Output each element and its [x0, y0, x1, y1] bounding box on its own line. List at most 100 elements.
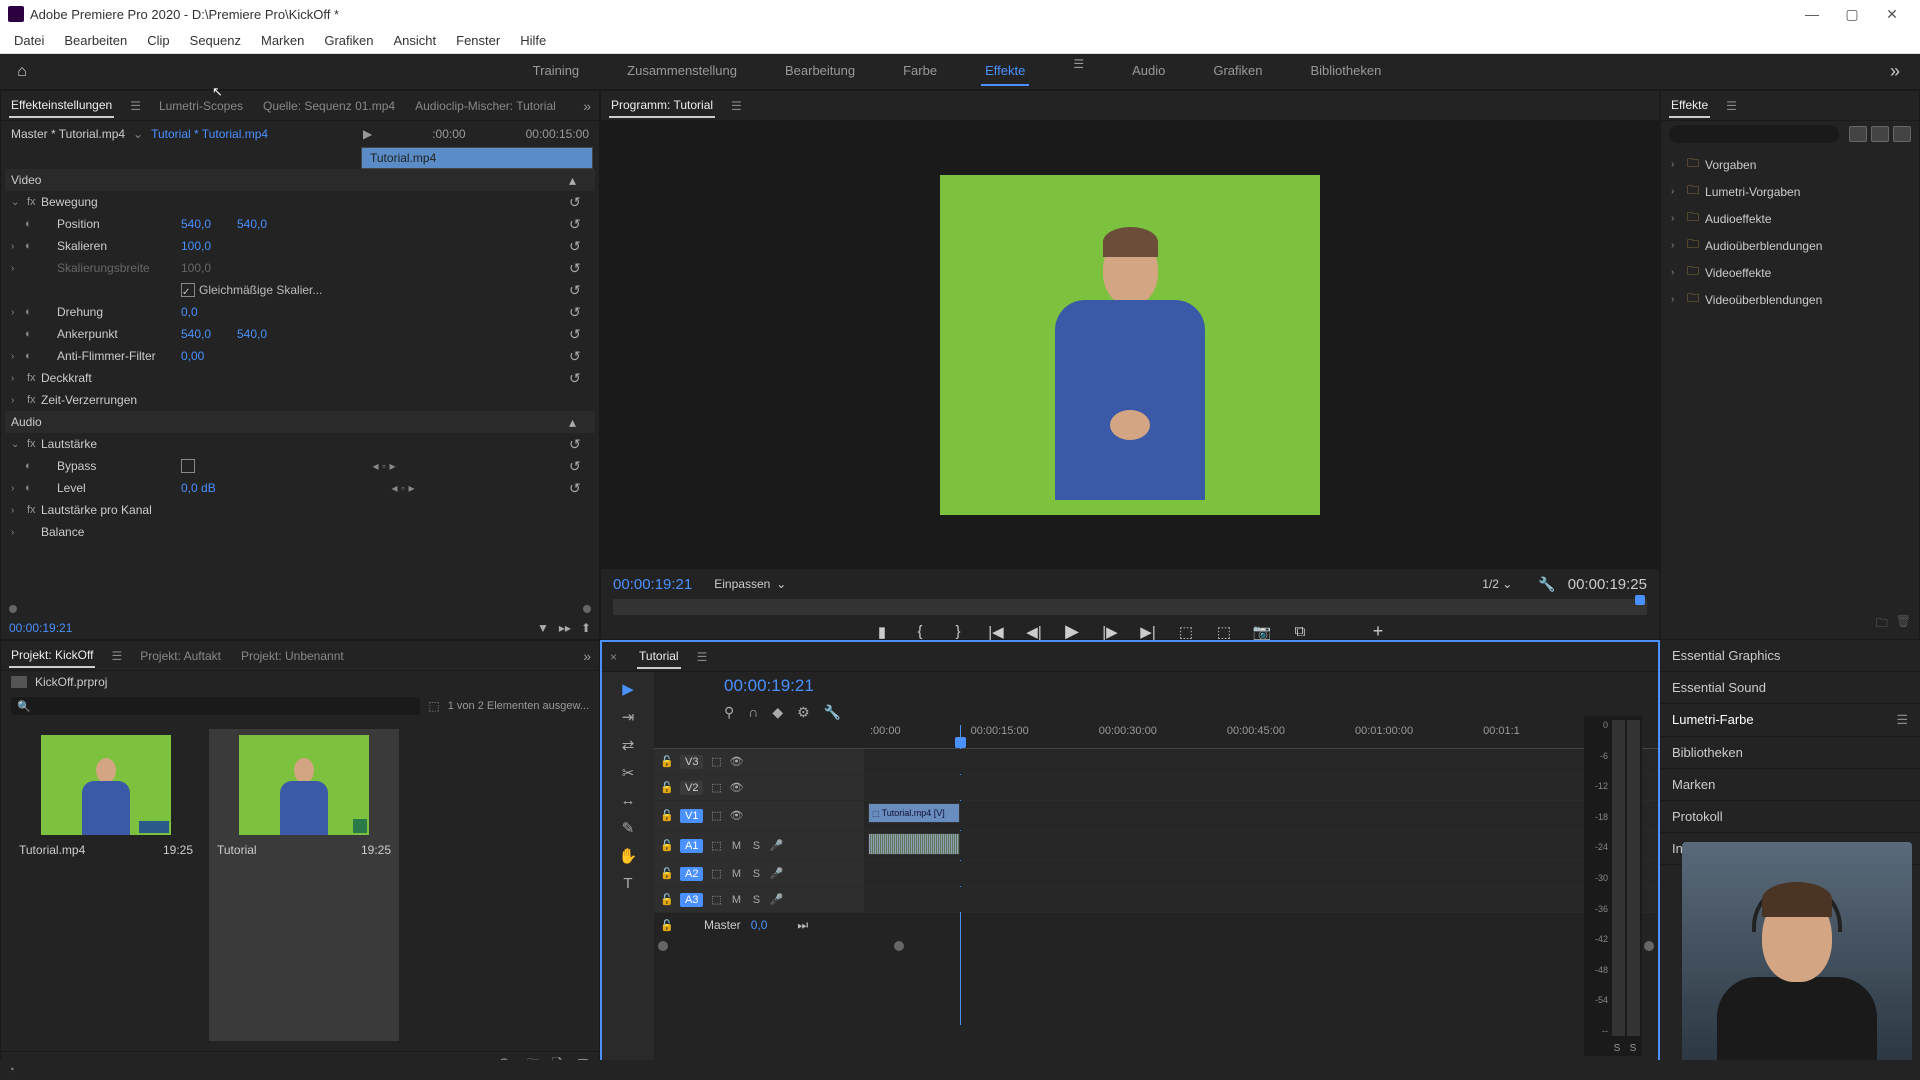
- workspace-zusammenstellung[interactable]: Zusammenstellung: [623, 57, 741, 86]
- project-bins[interactable]: Tutorial.mp419:25 Tutorial19:25: [1, 719, 599, 1051]
- snap-icon[interactable]: ⚲: [724, 704, 734, 721]
- tab-menu-icon[interactable]: ☰: [130, 99, 141, 113]
- solo-button[interactable]: S: [749, 894, 763, 906]
- ripple-edit-tool-icon[interactable]: ⇄: [608, 734, 648, 756]
- ankerpunkt-x-value[interactable]: 540,0: [181, 327, 237, 341]
- expand-icon[interactable]: ›: [11, 373, 25, 384]
- zoom-dropdown[interactable]: 1/2 ⌄: [1468, 575, 1526, 593]
- tabs-overflow-button[interactable]: »: [583, 98, 591, 114]
- ec-clip-bar[interactable]: Tutorial.mp4: [361, 147, 593, 169]
- fx-badge-icon[interactable]: fx: [25, 504, 41, 516]
- voice-over-icon[interactable]: 🎤: [769, 893, 783, 906]
- solo-left-button[interactable]: S: [1610, 1043, 1624, 1054]
- video-clip[interactable]: ⬚Tutorial.mp4 [V]: [868, 803, 960, 823]
- menu-marken[interactable]: Marken: [251, 29, 314, 52]
- toggle-output-icon[interactable]: 👁: [729, 755, 743, 768]
- panel-marken[interactable]: Marken: [1660, 769, 1920, 801]
- fx-badge-icon[interactable]: fx: [25, 196, 41, 208]
- stopwatch-icon[interactable]: ◐: [25, 240, 41, 252]
- solo-right-button[interactable]: S: [1626, 1043, 1640, 1054]
- project-item-tutorial-mp4[interactable]: Tutorial.mp419:25: [11, 729, 201, 1041]
- reset-icon[interactable]: ↺: [569, 216, 589, 233]
- tab-menu-icon[interactable]: ☰: [111, 649, 122, 663]
- project-item-tutorial-sequence[interactable]: Tutorial19:25: [209, 729, 399, 1041]
- linked-selection-icon[interactable]: ∩: [748, 704, 758, 721]
- step-back-button[interactable]: ◀|: [1024, 623, 1044, 641]
- add-marker-icon[interactable]: ◆: [772, 704, 783, 721]
- pen-tool-icon[interactable]: ✎: [608, 817, 648, 839]
- workspace-bibliotheken[interactable]: Bibliotheken: [1306, 57, 1385, 86]
- reset-icon[interactable]: ↺: [569, 480, 589, 497]
- add-button[interactable]: +: [1368, 621, 1388, 642]
- solo-button[interactable]: S: [749, 840, 763, 852]
- folder-videoeffekte[interactable]: ›🗀Videoeffekte: [1661, 259, 1919, 286]
- expand-icon[interactable]: ›: [11, 241, 25, 252]
- step-forward-button[interactable]: |▶: [1100, 623, 1120, 641]
- tab-projekt-unbenannt[interactable]: Projekt: Unbenannt: [239, 645, 346, 667]
- stopwatch-icon[interactable]: ◐: [25, 482, 41, 494]
- voice-over-icon[interactable]: 🎤: [769, 867, 783, 880]
- reset-icon[interactable]: ↺: [569, 194, 589, 211]
- program-scrubber[interactable]: [613, 599, 1647, 615]
- skip-icon[interactable]: ⏭: [797, 918, 808, 933]
- reset-icon[interactable]: ↺: [569, 370, 589, 387]
- uniform-scale-checkbox[interactable]: [181, 283, 195, 297]
- hand-tool-icon[interactable]: ✋: [608, 845, 648, 867]
- tab-lumetri-scopes[interactable]: Lumetri-Scopes: [157, 95, 245, 117]
- stopwatch-icon[interactable]: ◐: [25, 350, 41, 362]
- stopwatch-icon[interactable]: ◐: [25, 306, 41, 318]
- expand-icon[interactable]: ›: [11, 505, 25, 516]
- ec-scrollbar[interactable]: [1, 601, 599, 617]
- fit-dropdown[interactable]: Einpassen ⌄: [704, 575, 796, 593]
- selection-tool-icon[interactable]: ▶: [608, 678, 648, 700]
- timeline-settings-icon[interactable]: ⚙: [797, 704, 810, 721]
- menu-fenster[interactable]: Fenster: [446, 29, 510, 52]
- workspace-bearbeitung[interactable]: Bearbeitung: [781, 57, 859, 86]
- tab-effekteinstellungen[interactable]: Effekteinstellungen: [9, 94, 114, 118]
- workspace-grafiken[interactable]: Grafiken: [1209, 57, 1266, 86]
- workspace-menu-icon[interactable]: ☰: [1069, 57, 1088, 86]
- position-y-value[interactable]: 540,0: [237, 217, 293, 231]
- home-button[interactable]: ⌂: [8, 58, 36, 86]
- expand-icon[interactable]: ›: [11, 351, 25, 362]
- folder-audioeffekte[interactable]: ›🗀Audioeffekte: [1661, 205, 1919, 232]
- workspace-audio[interactable]: Audio: [1128, 57, 1169, 86]
- reset-icon[interactable]: ↺: [569, 238, 589, 255]
- ec-clip-label[interactable]: Tutorial * Tutorial.mp4: [151, 127, 268, 141]
- mark-in-button[interactable]: {: [910, 623, 930, 640]
- lock-icon[interactable]: 🔓: [660, 839, 674, 852]
- export-icon[interactable]: ⬆: [581, 621, 591, 635]
- menu-clip[interactable]: Clip: [137, 29, 179, 52]
- playhead-head-icon[interactable]: [955, 737, 966, 748]
- go-to-in-button[interactable]: |◀: [986, 623, 1006, 641]
- lock-icon[interactable]: 🔓: [660, 919, 674, 932]
- reset-icon[interactable]: ↺: [569, 436, 589, 453]
- workspace-effekte[interactable]: Effekte: [981, 57, 1029, 86]
- folder-lumetri[interactable]: ›🗀Lumetri-Vorgaben: [1661, 178, 1919, 205]
- type-tool-icon[interactable]: T: [608, 873, 648, 894]
- expand-icon[interactable]: ⌄: [11, 439, 25, 450]
- audio-clip[interactable]: [868, 833, 960, 855]
- mute-button[interactable]: M: [729, 868, 743, 880]
- slip-tool-icon[interactable]: ↔: [608, 790, 648, 811]
- maximize-button[interactable]: ▢: [1832, 0, 1872, 28]
- extract-button[interactable]: ⬚: [1214, 623, 1234, 641]
- reset-icon[interactable]: ↺: [569, 304, 589, 321]
- bypass-checkbox[interactable]: [181, 459, 195, 473]
- program-timecode[interactable]: 00:00:19:21: [613, 576, 692, 593]
- lock-icon[interactable]: 🔓: [660, 867, 674, 880]
- menu-bearbeiten[interactable]: Bearbeiten: [54, 29, 137, 52]
- expand-icon[interactable]: ›: [11, 483, 25, 494]
- voice-over-icon[interactable]: 🎤: [769, 839, 783, 852]
- stopwatch-icon[interactable]: ◐: [25, 460, 41, 472]
- close-sequence-icon[interactable]: ×: [610, 650, 621, 664]
- toggle-output-icon[interactable]: 👁: [729, 781, 743, 794]
- expand-icon[interactable]: ›: [11, 263, 25, 274]
- preset-type-icon[interactable]: [1871, 126, 1889, 142]
- timeline-scrollbar[interactable]: [654, 941, 1658, 955]
- minimize-button[interactable]: —: [1792, 0, 1832, 28]
- track-select-tool-icon[interactable]: ⇥: [608, 706, 648, 728]
- reset-icon[interactable]: ↺: [569, 348, 589, 365]
- workspace-farbe[interactable]: Farbe: [899, 57, 941, 86]
- mute-button[interactable]: M: [729, 894, 743, 906]
